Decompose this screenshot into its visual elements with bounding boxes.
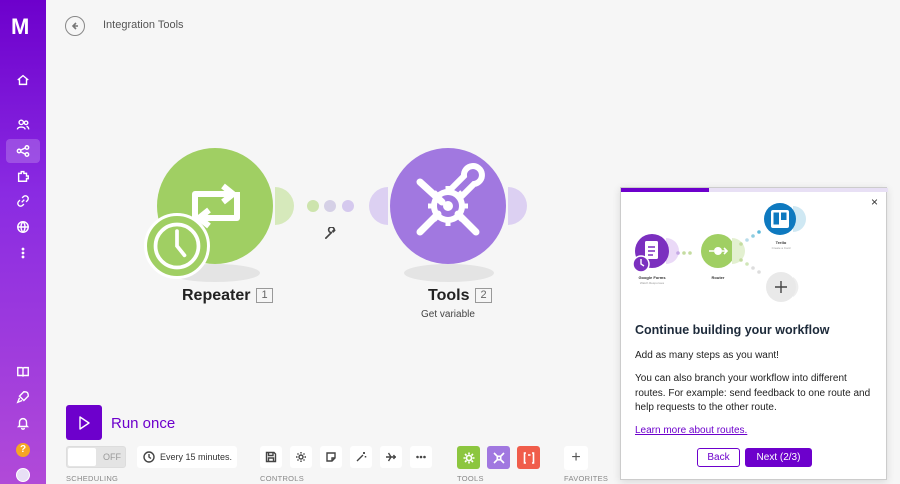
play-icon [79, 415, 90, 430]
more-button[interactable] [410, 446, 432, 468]
run-once-label[interactable]: Run once [111, 415, 175, 432]
panel-paragraph-1: Add as many steps as you want! [635, 350, 779, 361]
magic-wand-icon [356, 452, 367, 462]
settings-button[interactable] [290, 446, 312, 468]
panel-progress-fill [621, 188, 710, 192]
illus-router-label: Router [712, 275, 725, 280]
connection-dot [324, 200, 336, 212]
module-subtitle-tools: Get variable [421, 309, 475, 320]
save-icon [265, 451, 277, 463]
avatar[interactable] [16, 468, 30, 482]
repeater-output-handle[interactable] [275, 187, 297, 225]
more-dots-icon [416, 455, 426, 459]
tools-icon [416, 163, 485, 236]
sidebar: M ? [0, 0, 46, 484]
toggle-knob [68, 448, 96, 466]
panel-title: Continue building your workflow [635, 323, 830, 337]
connection-dot [342, 200, 354, 212]
scenario-title[interactable]: Integration Tools [103, 19, 184, 31]
panel-paragraph-2: You can also branch your workflow into d… [635, 373, 871, 413]
tools-green-button[interactable] [457, 446, 480, 469]
settings-icon [296, 452, 306, 462]
notifications-icon[interactable] [6, 411, 40, 435]
section-label-tools: TOOLS [457, 474, 484, 483]
flow-control-icon [492, 451, 505, 464]
scenarios-icon[interactable] [6, 139, 40, 163]
help-icon[interactable]: ? [16, 443, 30, 457]
section-label-scheduling: SCHEDULING [66, 474, 119, 483]
illus-google-forms-label: Google Forms [638, 275, 666, 280]
schedule-clock-icon[interactable] [144, 213, 210, 279]
back-button[interactable]: Back [697, 448, 740, 467]
team-icon[interactable] [6, 113, 40, 137]
section-label-controls: CONTROLS [260, 474, 305, 483]
clock-icon [143, 451, 155, 463]
notes-button[interactable] [320, 446, 342, 468]
save-button[interactable] [260, 446, 282, 468]
illus-google-forms-sub: Watch Responses [640, 281, 665, 285]
text-parser-icon [523, 451, 534, 464]
apps-icon[interactable] [6, 164, 40, 188]
tools-input-handle[interactable] [366, 187, 388, 225]
wrench-icon[interactable] [324, 227, 337, 240]
toggle-label: OFF [103, 452, 121, 462]
module-shadow [404, 264, 494, 282]
module-label-tools: Tools 2 [428, 287, 492, 305]
auto-align-button[interactable] [350, 446, 372, 468]
illus-trello-sub: Create a Card [772, 246, 791, 250]
section-label-favorites: FAVORITES [564, 474, 609, 483]
gear-icon [463, 452, 474, 463]
scheduling-toggle[interactable]: OFF [66, 446, 126, 468]
module-label-repeater: Repeater 1 [182, 287, 273, 305]
workflow-illustration: Google Forms Watch Responses Router Trel… [632, 203, 806, 302]
tools-module[interactable] [390, 148, 506, 264]
run-once-button[interactable] [66, 405, 102, 440]
whats-new-icon[interactable] [6, 385, 40, 409]
airplane-icon [386, 452, 396, 462]
more-icon[interactable] [6, 241, 40, 265]
notes-icon [326, 452, 336, 462]
make-logo[interactable]: M [11, 14, 29, 40]
schedule-text: Every 15 minutes. [160, 452, 233, 462]
text-parser-button[interactable] [517, 446, 540, 469]
add-favorite-button[interactable]: + [564, 446, 588, 470]
home-icon[interactable] [6, 68, 40, 92]
explain-flow-button[interactable] [380, 446, 402, 468]
schedule-setting[interactable]: Every 15 minutes. [137, 446, 237, 468]
docs-icon[interactable] [6, 360, 40, 384]
next-button[interactable]: Next (2/3) [745, 448, 812, 467]
learn-more-link[interactable]: Learn more about routes. [635, 425, 747, 436]
webhooks-icon[interactable] [6, 215, 40, 239]
back-button[interactable] [65, 16, 85, 36]
onboarding-panel: × Google Forms Watch Responses Router Tr… [620, 187, 888, 480]
illus-trello-label: Trello [776, 240, 787, 245]
tools-output-handle[interactable] [508, 187, 530, 225]
connections-icon[interactable] [6, 189, 40, 213]
panel-progress-bar [621, 188, 888, 192]
connection-dot [307, 200, 319, 212]
flow-control-button[interactable] [487, 446, 510, 469]
